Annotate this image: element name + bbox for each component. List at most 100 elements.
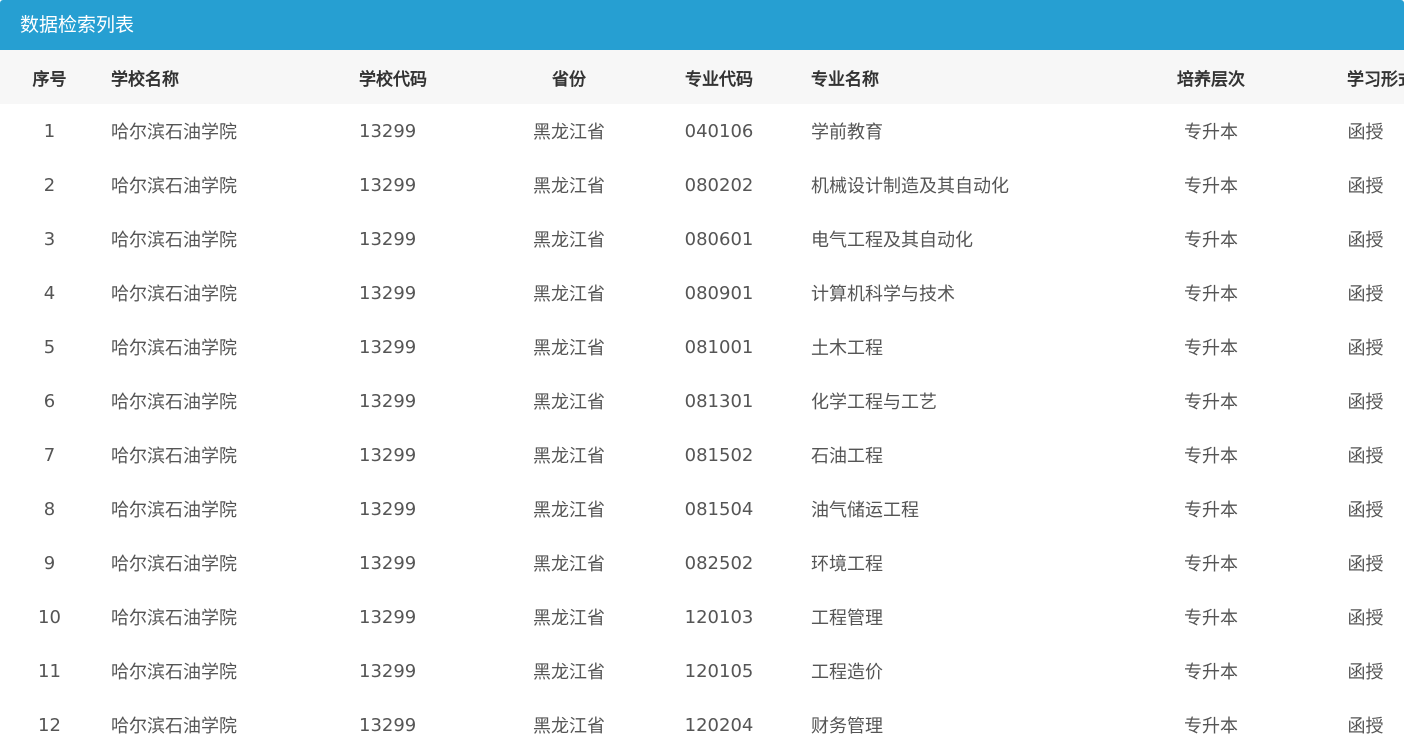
cell-study-form: 函授 bbox=[1347, 338, 1384, 359]
cell-school-code: 13299 bbox=[359, 390, 417, 412]
table-row: 7 哈尔滨石油学院 13299 黑龙江省 081502 石油工程 专升本 函授 bbox=[0, 428, 1404, 482]
col-header-school-name: 学校名称 bbox=[111, 69, 179, 90]
cell-level: 专升本 bbox=[1184, 122, 1238, 143]
data-search-panel: 数据检索列表 序号 学校名称 学校代码 省份 专业代码 专业名称 培养层次 学习… bbox=[0, 0, 1404, 749]
cell-study-form: 函授 bbox=[1347, 176, 1384, 197]
cell-study-form: 函授 bbox=[1347, 716, 1384, 737]
cell-major-code: 080601 bbox=[684, 228, 754, 250]
cell-index: 5 bbox=[43, 336, 56, 358]
cell-major-name: 油气储运工程 bbox=[811, 500, 919, 521]
cell-level: 专升本 bbox=[1184, 608, 1238, 629]
cell-index: 8 bbox=[43, 498, 56, 520]
table-header: 序号 学校名称 学校代码 省份 专业代码 专业名称 培养层次 学习形式 bbox=[0, 50, 1404, 104]
table-row: 11 哈尔滨石油学院 13299 黑龙江省 120105 工程造价 专升本 函授 bbox=[0, 644, 1404, 698]
col-header-study-form: 学习形式 bbox=[1347, 69, 1404, 90]
col-header-index: 序号 bbox=[32, 69, 67, 90]
cell-index: 11 bbox=[38, 660, 61, 682]
cell-major-code: 080202 bbox=[684, 174, 754, 196]
cell-school-code: 13299 bbox=[359, 714, 417, 736]
cell-level: 专升本 bbox=[1184, 176, 1238, 197]
cell-major-code: 120204 bbox=[684, 714, 754, 736]
table-row: 5 哈尔滨石油学院 13299 黑龙江省 081001 土木工程 专升本 函授 bbox=[0, 320, 1404, 374]
cell-province: 黑龙江省 bbox=[533, 662, 605, 683]
cell-school-name: 哈尔滨石油学院 bbox=[111, 392, 237, 413]
col-header-school-code: 学校代码 bbox=[359, 69, 427, 90]
cell-major-code: 040106 bbox=[684, 120, 754, 142]
cell-major-name: 化学工程与工艺 bbox=[811, 392, 937, 413]
cell-province: 黑龙江省 bbox=[533, 230, 605, 251]
col-header-province: 省份 bbox=[552, 69, 586, 90]
cell-major-code: 081001 bbox=[684, 336, 754, 358]
cell-major-code: 120105 bbox=[684, 660, 754, 682]
cell-level: 专升本 bbox=[1184, 446, 1238, 467]
table-row: 4 哈尔滨石油学院 13299 黑龙江省 080901 计算机科学与技术 专升本 函授 bbox=[0, 266, 1404, 320]
cell-level: 专升本 bbox=[1184, 554, 1238, 575]
cell-province: 黑龙江省 bbox=[533, 176, 605, 197]
cell-school-name: 哈尔滨石油学院 bbox=[111, 284, 237, 305]
cell-province: 黑龙江省 bbox=[533, 608, 605, 629]
table-row: 12 哈尔滨石油学院 13299 黑龙江省 120204 财务管理 专升本 函授 bbox=[0, 698, 1404, 749]
cell-school-code: 13299 bbox=[359, 336, 417, 358]
cell-major-code: 080901 bbox=[684, 282, 754, 304]
cell-school-code: 13299 bbox=[359, 660, 417, 682]
cell-school-code: 13299 bbox=[359, 174, 417, 196]
cell-study-form: 函授 bbox=[1347, 554, 1384, 575]
results-table: 序号 学校名称 学校代码 省份 专业代码 专业名称 培养层次 学习形式 1 哈尔滨… bbox=[0, 50, 1404, 749]
cell-school-code: 13299 bbox=[359, 282, 417, 304]
cell-index: 10 bbox=[38, 606, 61, 628]
cell-province: 黑龙江省 bbox=[533, 554, 605, 575]
cell-province: 黑龙江省 bbox=[533, 284, 605, 305]
col-header-level: 培养层次 bbox=[1177, 69, 1245, 90]
cell-major-name: 机械设计制造及其自动化 bbox=[811, 176, 1009, 197]
cell-index: 4 bbox=[43, 282, 56, 304]
cell-school-name: 哈尔滨石油学院 bbox=[111, 716, 237, 737]
cell-school-code: 13299 bbox=[359, 228, 417, 250]
cell-index: 9 bbox=[43, 552, 56, 574]
cell-major-name: 石油工程 bbox=[811, 446, 883, 467]
table-row: 9 哈尔滨石油学院 13299 黑龙江省 082502 环境工程 专升本 函授 bbox=[0, 536, 1404, 590]
cell-level: 专升本 bbox=[1184, 662, 1238, 683]
cell-study-form: 函授 bbox=[1347, 500, 1384, 521]
cell-province: 黑龙江省 bbox=[533, 716, 605, 737]
cell-school-name: 哈尔滨石油学院 bbox=[111, 122, 237, 143]
table-row: 10 哈尔滨石油学院 13299 黑龙江省 120103 工程管理 专升本 函授 bbox=[0, 590, 1404, 644]
cell-study-form: 函授 bbox=[1347, 662, 1384, 683]
cell-school-code: 13299 bbox=[359, 606, 417, 628]
cell-school-code: 13299 bbox=[359, 444, 417, 466]
cell-major-code: 081504 bbox=[684, 498, 754, 520]
col-header-major-code: 专业代码 bbox=[685, 69, 753, 90]
cell-school-code: 13299 bbox=[359, 120, 417, 142]
cell-major-name: 工程管理 bbox=[811, 608, 883, 629]
cell-school-name: 哈尔滨石油学院 bbox=[111, 662, 237, 683]
cell-index: 2 bbox=[43, 174, 56, 196]
cell-major-code: 120103 bbox=[684, 606, 754, 628]
table-row: 8 哈尔滨石油学院 13299 黑龙江省 081504 油气储运工程 专升本 函授 bbox=[0, 482, 1404, 536]
cell-level: 专升本 bbox=[1184, 716, 1238, 737]
cell-province: 黑龙江省 bbox=[533, 446, 605, 467]
cell-major-name: 财务管理 bbox=[811, 716, 883, 737]
cell-level: 专升本 bbox=[1184, 338, 1238, 359]
panel-title: 数据检索列表 bbox=[0, 0, 1404, 50]
cell-index: 7 bbox=[43, 444, 56, 466]
cell-major-code: 081301 bbox=[684, 390, 754, 412]
cell-study-form: 函授 bbox=[1347, 230, 1384, 251]
cell-major-code: 081502 bbox=[684, 444, 754, 466]
cell-province: 黑龙江省 bbox=[533, 338, 605, 359]
cell-index: 6 bbox=[43, 390, 56, 412]
cell-index: 12 bbox=[38, 714, 61, 736]
cell-school-name: 哈尔滨石油学院 bbox=[111, 500, 237, 521]
col-header-major-name: 专业名称 bbox=[811, 69, 879, 90]
cell-level: 专升本 bbox=[1184, 284, 1238, 305]
cell-level: 专升本 bbox=[1184, 392, 1238, 413]
cell-index: 3 bbox=[43, 228, 56, 250]
cell-major-name: 环境工程 bbox=[811, 554, 883, 575]
cell-school-name: 哈尔滨石油学院 bbox=[111, 338, 237, 359]
table-body: 1 哈尔滨石油学院 13299 黑龙江省 040106 学前教育 专升本 函授 2 哈尔滨石油学院… bbox=[0, 104, 1404, 749]
table-header-row: 序号 学校名称 学校代码 省份 专业代码 专业名称 培养层次 学习形式 bbox=[0, 50, 1404, 104]
cell-major-name: 学前教育 bbox=[811, 122, 883, 143]
cell-study-form: 函授 bbox=[1347, 392, 1384, 413]
cell-province: 黑龙江省 bbox=[533, 392, 605, 413]
cell-school-name: 哈尔滨石油学院 bbox=[111, 608, 237, 629]
table-row: 3 哈尔滨石油学院 13299 黑龙江省 080601 电气工程及其自动化 专升本 函授 bbox=[0, 212, 1404, 266]
cell-school-code: 13299 bbox=[359, 498, 417, 520]
